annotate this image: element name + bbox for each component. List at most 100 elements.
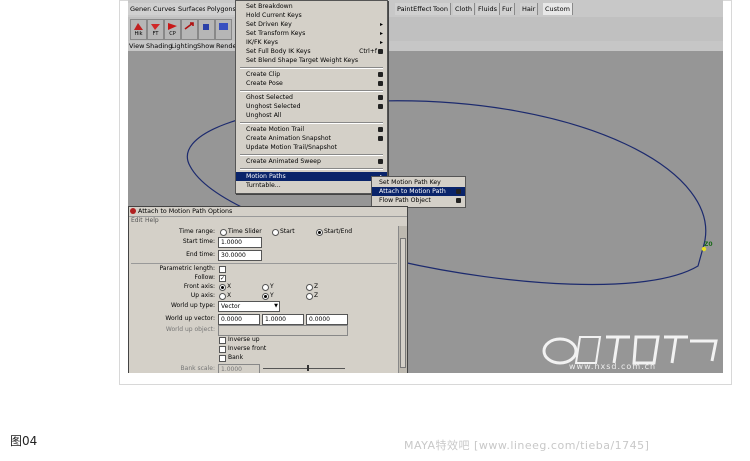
dialog-scrollbar[interactable] [398,226,407,373]
shelf-tool-1[interactable] [181,19,198,40]
menu-separator [240,154,383,156]
panel-menu-shading[interactable]: Shading [146,41,172,51]
up-axis-y-radio[interactable] [262,293,269,300]
radio-start-end[interactable] [316,229,323,236]
option-box-icon[interactable] [378,159,383,164]
bank-scale-label: Bank scale: [180,365,215,372]
end-time-label: End time: [186,251,215,258]
option-box-icon[interactable] [456,189,461,194]
option-box-icon[interactable] [378,72,383,77]
cp-icon [168,23,177,30]
menu-item-set-blend-shape-keys[interactable]: Set Blend Shape Target Weight Keys [236,56,387,65]
panel-menu-lighting[interactable]: Lighting [171,41,197,51]
submenu-item-flow-path-object[interactable]: Flow Path Object [372,196,465,205]
option-box-icon[interactable] [378,136,383,141]
world-up-type-select[interactable]: Vector ▼ [218,301,280,312]
menu-item-update-motion-trail[interactable]: Update Motion Trail/Snapshot [236,143,387,152]
follow-checkbox[interactable]: ✓ [219,275,226,282]
end-time-field[interactable]: 30.0000 [218,250,262,261]
watermark-url: www.hxsd.com.cn [569,362,657,371]
shelf-tool-2[interactable] [198,19,215,40]
tab-curves[interactable]: Curves [151,3,179,15]
front-axis-label: Front axis: [183,283,215,290]
world-up-vector-z[interactable]: 0.0000 [306,314,348,325]
option-box-icon[interactable] [378,49,383,54]
figure-caption: 图04 [10,434,38,448]
up-axis-z-radio[interactable] [306,293,313,300]
bank-scale-field[interactable]: 1.0000 [218,364,260,373]
menu-item-ikfk-keys[interactable]: IK/FK Keys ▸ [236,38,387,47]
shelf-tool-3[interactable] [215,19,232,40]
front-axis-x-radio[interactable] [219,284,226,291]
dialog-menu-edit[interactable]: Edit [131,217,143,225]
up-axis-x-radio[interactable] [219,293,226,300]
menu-item-ghost-selected[interactable]: Ghost Selected [236,93,387,102]
tab-fluids[interactable]: Fluids [476,3,500,15]
tab-custom[interactable]: Custom [543,3,573,15]
panel-menu-view[interactable]: View [129,41,144,51]
menu-item-hold-current-keys[interactable]: Hold Current Keys [236,11,387,20]
tab-toon[interactable]: Toon [431,3,451,15]
menu-item-create-animated-sweep[interactable]: Create Animated Sweep [236,157,387,166]
menu-item-create-pose[interactable]: Create Pose [236,79,387,88]
shelf-tool-cp[interactable]: CP [164,19,181,40]
submenu-item-set-motion-path-key[interactable]: Set Motion Path Key [372,178,465,187]
menu-separator [240,90,383,92]
shelf-tool-ft[interactable]: FT [147,19,164,40]
attach-motion-path-dialog: Attach to Motion Path Options Edit Help … [128,206,408,373]
panel-menu-show[interactable]: Show [197,41,215,51]
menu-item-set-breakdown[interactable]: Set Breakdown [236,2,387,11]
world-up-vector-y[interactable]: 1.0000 [262,314,304,325]
menu-item-set-transform-keys[interactable]: Set Transform Keys ▸ [236,29,387,38]
option-box-icon[interactable] [378,104,383,109]
menu-item-create-motion-trail[interactable]: Create Motion Trail [236,125,387,134]
submenu-item-attach-to-motion-path[interactable]: Attach to Motion Path [372,187,465,196]
up-axis-label: Up axis: [190,292,215,299]
bank-checkbox[interactable] [219,355,226,362]
menu-item-unghost-all[interactable]: Unghost All [236,111,387,120]
world-up-vector-x[interactable]: 0.0000 [218,314,260,325]
maya-screenshot: General Curves Surfaces Polygons PaintEf… [128,0,723,373]
shelf-tool-hik[interactable]: Hik [130,19,147,40]
start-time-field[interactable]: 1.0000 [218,237,262,248]
radio-start[interactable] [272,229,279,236]
option-box-icon[interactable] [456,198,461,203]
dialog-scrollbar-thumb[interactable] [400,238,406,368]
dialog-title-bar[interactable]: Attach to Motion Path Options [129,207,407,217]
ft-icon [151,24,160,30]
world-up-vector-label: World up vector: [165,315,215,322]
motion-paths-submenu: Set Motion Path Key Attach to Motion Pat… [371,176,466,208]
menu-separator [240,168,383,170]
menu-item-set-driven-key[interactable]: Set Driven Key ▸ [236,20,387,29]
parametric-length-label: Parametric length: [159,265,215,272]
hik-icon [134,23,143,30]
animate-menu: Set Breakdown Hold Current Keys Set Driv… [235,0,388,194]
menu-item-motion-paths[interactable]: Motion Paths▸ [236,172,387,181]
tab-cloth[interactable]: Cloth [453,3,475,15]
option-box-icon[interactable] [378,95,383,100]
maya-logo-icon [130,208,136,214]
menu-item-create-animation-snapshot[interactable]: Create Animation Snapshot [236,134,387,143]
inverse-front-checkbox[interactable] [219,346,226,353]
cube-icon [203,24,209,30]
menu-item-unghost-selected[interactable]: Unghost Selected [236,102,387,111]
menu-item-turntable[interactable]: Turntable... [236,181,387,190]
tab-hair[interactable]: Hair [520,3,539,15]
option-box-icon[interactable] [378,127,383,132]
front-axis-y-radio[interactable] [262,284,269,291]
tab-polygons[interactable]: Polygons [205,3,239,15]
radio-label-time-slider: Time Slider [228,228,262,235]
tab-fur[interactable]: Fur [500,3,516,15]
radio-time-slider[interactable] [220,229,227,236]
front-axis-z-radio[interactable] [306,284,313,291]
inverse-up-checkbox[interactable] [219,337,226,344]
option-box-icon[interactable] [378,81,383,86]
parametric-length-checkbox[interactable] [219,266,226,273]
menu-item-set-full-body-ik-keys[interactable]: Set Full Body IK Keys Ctrl+f [236,47,387,56]
menu-item-create-clip[interactable]: Create Clip [236,70,387,79]
dialog-menu-help[interactable]: Help [145,217,159,225]
bank-scale-slider[interactable] [263,368,345,369]
world-up-object-field[interactable] [218,325,348,336]
follow-label: Follow: [194,274,215,281]
bank-scale-slider-handle[interactable] [307,365,309,371]
